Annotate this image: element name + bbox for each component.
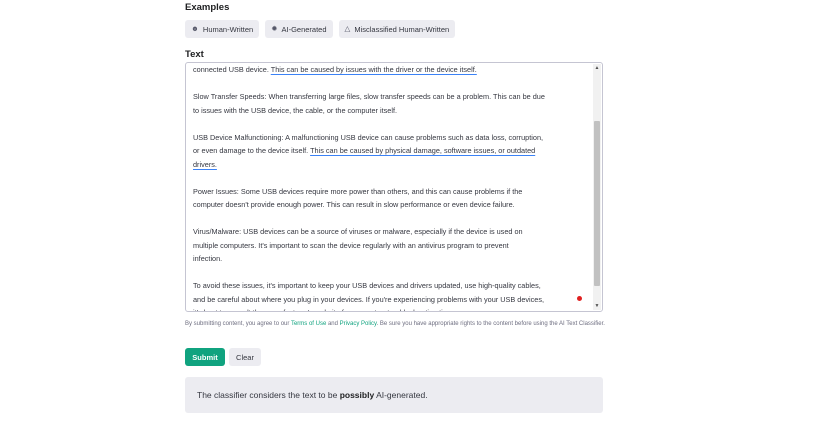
terms-of-use-link[interactable]: Terms of Use bbox=[291, 321, 326, 327]
example-human-written-button[interactable]: ☻ Human-Written bbox=[185, 20, 260, 38]
text-segment: infection. bbox=[193, 254, 223, 263]
clear-button[interactable]: Clear bbox=[229, 348, 261, 366]
text-line: USB Device Malfunctioning: A malfunction… bbox=[193, 131, 589, 145]
disclaimer-text: By submitting content, you agree to our … bbox=[185, 318, 605, 331]
text-line: to issues with the USB device, the cable… bbox=[193, 104, 589, 118]
text-segment: computer doesn't provide enough power. T… bbox=[193, 200, 515, 209]
result-suffix: AI-generated. bbox=[374, 390, 428, 400]
text-line: multiple computers. It's important to sc… bbox=[193, 239, 589, 253]
text-segment: or even damage to the device itself. bbox=[193, 146, 311, 155]
text-line: computer doesn't provide enough power. T… bbox=[193, 198, 589, 212]
text-segment: it's best to consult the manufacturer's … bbox=[193, 308, 453, 311]
flagged-text-segment: This can be caused by physical damage, s… bbox=[310, 146, 536, 155]
text-line: infection. bbox=[193, 252, 589, 266]
text-content: connected USB device. This can be caused… bbox=[193, 63, 589, 311]
disclaimer-and: and bbox=[326, 321, 340, 327]
text-title: Text bbox=[185, 49, 204, 60]
disclaimer-suffix: . Be sure you have appropriate rights to… bbox=[376, 321, 605, 327]
text-segment: and be careful about where you plug in y… bbox=[193, 294, 545, 304]
text-line: it's best to consult the manufacturer's … bbox=[193, 306, 589, 311]
text-line: and be careful about where you plug in y… bbox=[193, 293, 589, 307]
text-line: drivers. bbox=[193, 158, 589, 172]
result-emphasis: possibly bbox=[339, 390, 375, 400]
text-line: connected USB device. This can be caused… bbox=[193, 63, 589, 77]
text-segment: to issues with the USB device, the cable… bbox=[193, 105, 398, 115]
text-input-area[interactable]: connected USB device. This can be caused… bbox=[185, 62, 603, 312]
openai-icon: ✹ bbox=[271, 24, 278, 34]
flagged-text-segment: drivers. bbox=[193, 159, 217, 169]
scrollbar[interactable]: ▲ ▼ bbox=[593, 64, 601, 310]
scroll-down-arrow-icon[interactable]: ▼ bbox=[593, 302, 601, 310]
disclaimer-prefix: By submitting content, you agree to our bbox=[185, 321, 291, 327]
text-segment: multiple computers. It's important to sc… bbox=[193, 240, 509, 250]
text-line: Power Issues: Some USB devices require m… bbox=[193, 185, 589, 199]
text-line: Slow Transfer Speeds: When transferring … bbox=[193, 90, 589, 104]
text-line: Virus/Malware: USB devices can be a sour… bbox=[193, 225, 589, 239]
flagged-text-segment: This can be caused by issues with the dr… bbox=[270, 65, 477, 74]
chip-label: Human-Written bbox=[202, 24, 254, 34]
scroll-thumb[interactable] bbox=[594, 121, 600, 286]
scroll-up-arrow-icon[interactable]: ▲ bbox=[593, 64, 601, 72]
text-segment: Power Issues: Some USB devices require m… bbox=[193, 186, 523, 196]
example-misclassified-button[interactable]: △ Misclassified Human-Written bbox=[338, 20, 456, 38]
text-segment: connected USB device. bbox=[193, 65, 271, 74]
text-line: or even damage to the device itself. Thi… bbox=[193, 144, 589, 158]
text-segment: To avoid these issues, it's important to… bbox=[193, 281, 541, 290]
examples-title: Examples bbox=[185, 2, 230, 13]
text-segment: Virus/Malware: USB devices can be a sour… bbox=[193, 227, 523, 236]
user-icon: ☻ bbox=[191, 24, 199, 34]
warning-icon: △ bbox=[344, 24, 351, 34]
text-segment: Slow Transfer Speeds: When transferring … bbox=[193, 92, 545, 101]
result-prefix: The classifier considers the text to be bbox=[197, 390, 340, 400]
classifier-result: The classifier considers the text to be … bbox=[185, 377, 603, 413]
chip-label: Misclassified Human-Written bbox=[354, 24, 450, 34]
text-line: To avoid these issues, it's important to… bbox=[193, 279, 589, 293]
privacy-policy-link[interactable]: Privacy Policy bbox=[340, 321, 377, 327]
submit-button[interactable]: Submit bbox=[185, 348, 225, 366]
text-segment: USB Device Malfunctioning: A malfunction… bbox=[193, 132, 544, 142]
example-ai-generated-button[interactable]: ✹ AI-Generated bbox=[265, 20, 333, 38]
grammar-check-indicator[interactable] bbox=[577, 296, 582, 301]
chip-label: AI-Generated bbox=[281, 24, 327, 34]
examples-chip-row: ☻ Human-Written ✹ AI-Generated △ Misclas… bbox=[185, 20, 456, 38]
